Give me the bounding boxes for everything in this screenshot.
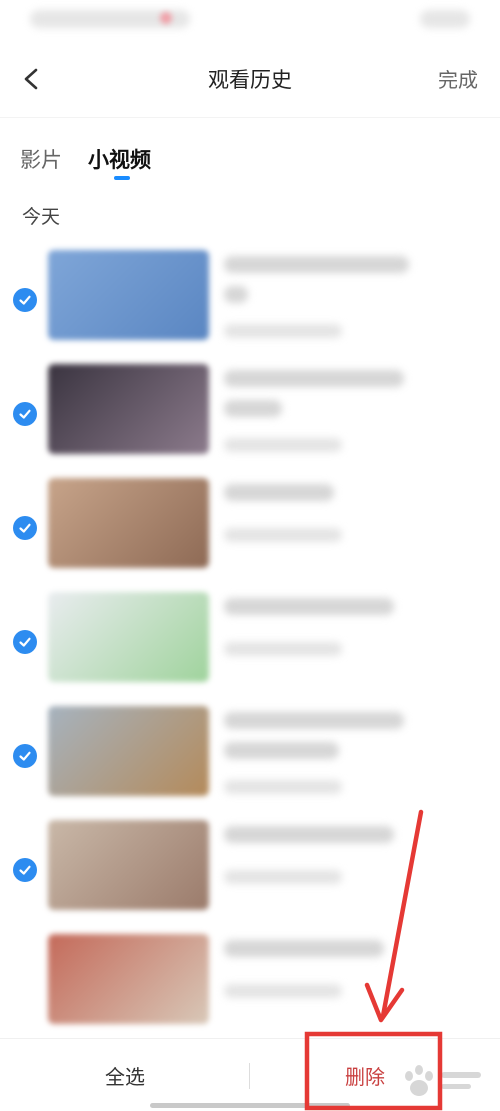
delete-button-label: 删除 (345, 1065, 385, 1089)
status-bar (0, 0, 500, 40)
check-circle-icon[interactable] (13, 402, 37, 426)
select-all-button[interactable]: 全选 (0, 1039, 250, 1111)
history-list-item[interactable] (0, 814, 500, 928)
baidu-jingyan-watermark (405, 1065, 481, 1096)
video-meta-blurred (224, 780, 342, 794)
video-title-blurred (224, 826, 394, 843)
video-title-blurred (224, 484, 334, 501)
video-title-blurred (224, 712, 404, 729)
done-button[interactable]: 完成 (438, 64, 478, 93)
page-title: 观看历史 (208, 68, 292, 92)
video-title-blurred-line2 (224, 400, 282, 417)
history-list-item[interactable] (0, 586, 500, 700)
active-tab-indicator (114, 176, 130, 180)
video-meta-blurred (224, 324, 342, 338)
video-title-blurred (224, 370, 404, 387)
tab-short-videos[interactable]: 小视频 (88, 144, 151, 174)
history-list-item[interactable] (0, 244, 500, 358)
video-title-blurred-line2 (224, 742, 339, 759)
history-list-item[interactable] (0, 928, 500, 1042)
check-circle-icon[interactable] (13, 858, 37, 882)
check-circle-icon[interactable] (13, 744, 37, 768)
tab-movies[interactable]: 影片 (20, 144, 62, 174)
video-thumbnail[interactable] (48, 820, 209, 910)
video-title-blurred (224, 256, 409, 273)
history-list (0, 244, 500, 1042)
home-indicator (150, 1103, 350, 1108)
video-meta-blurred (224, 870, 342, 884)
chevron-left-icon (24, 68, 38, 90)
video-thumbnail[interactable] (48, 364, 209, 454)
video-thumbnail[interactable] (48, 478, 209, 568)
nav-bar: 观看历史 完成 (0, 40, 500, 118)
video-meta-blurred (224, 642, 342, 656)
video-title-blurred (224, 940, 384, 957)
video-thumbnail[interactable] (48, 706, 209, 796)
check-circle-icon[interactable] (13, 516, 37, 540)
video-meta-blurred (224, 438, 342, 452)
history-list-item[interactable] (0, 358, 500, 472)
back-button[interactable] (14, 62, 48, 96)
video-meta-blurred (224, 528, 342, 542)
status-bar-right-blur (420, 10, 470, 28)
section-label-today: 今天 (22, 206, 61, 228)
history-list-item[interactable] (0, 472, 500, 586)
status-bar-notification-dot (160, 12, 172, 24)
history-list-item[interactable] (0, 700, 500, 814)
tab-bar: 影片 小视频 (0, 138, 500, 188)
check-circle-icon[interactable] (13, 288, 37, 312)
video-meta-blurred (224, 984, 342, 998)
video-title-blurred-line2 (224, 286, 248, 303)
video-title-blurred (224, 598, 394, 615)
video-thumbnail[interactable] (48, 592, 209, 682)
video-thumbnail[interactable] (48, 934, 209, 1024)
video-thumbnail[interactable] (48, 250, 209, 340)
check-circle-icon[interactable] (13, 630, 37, 654)
